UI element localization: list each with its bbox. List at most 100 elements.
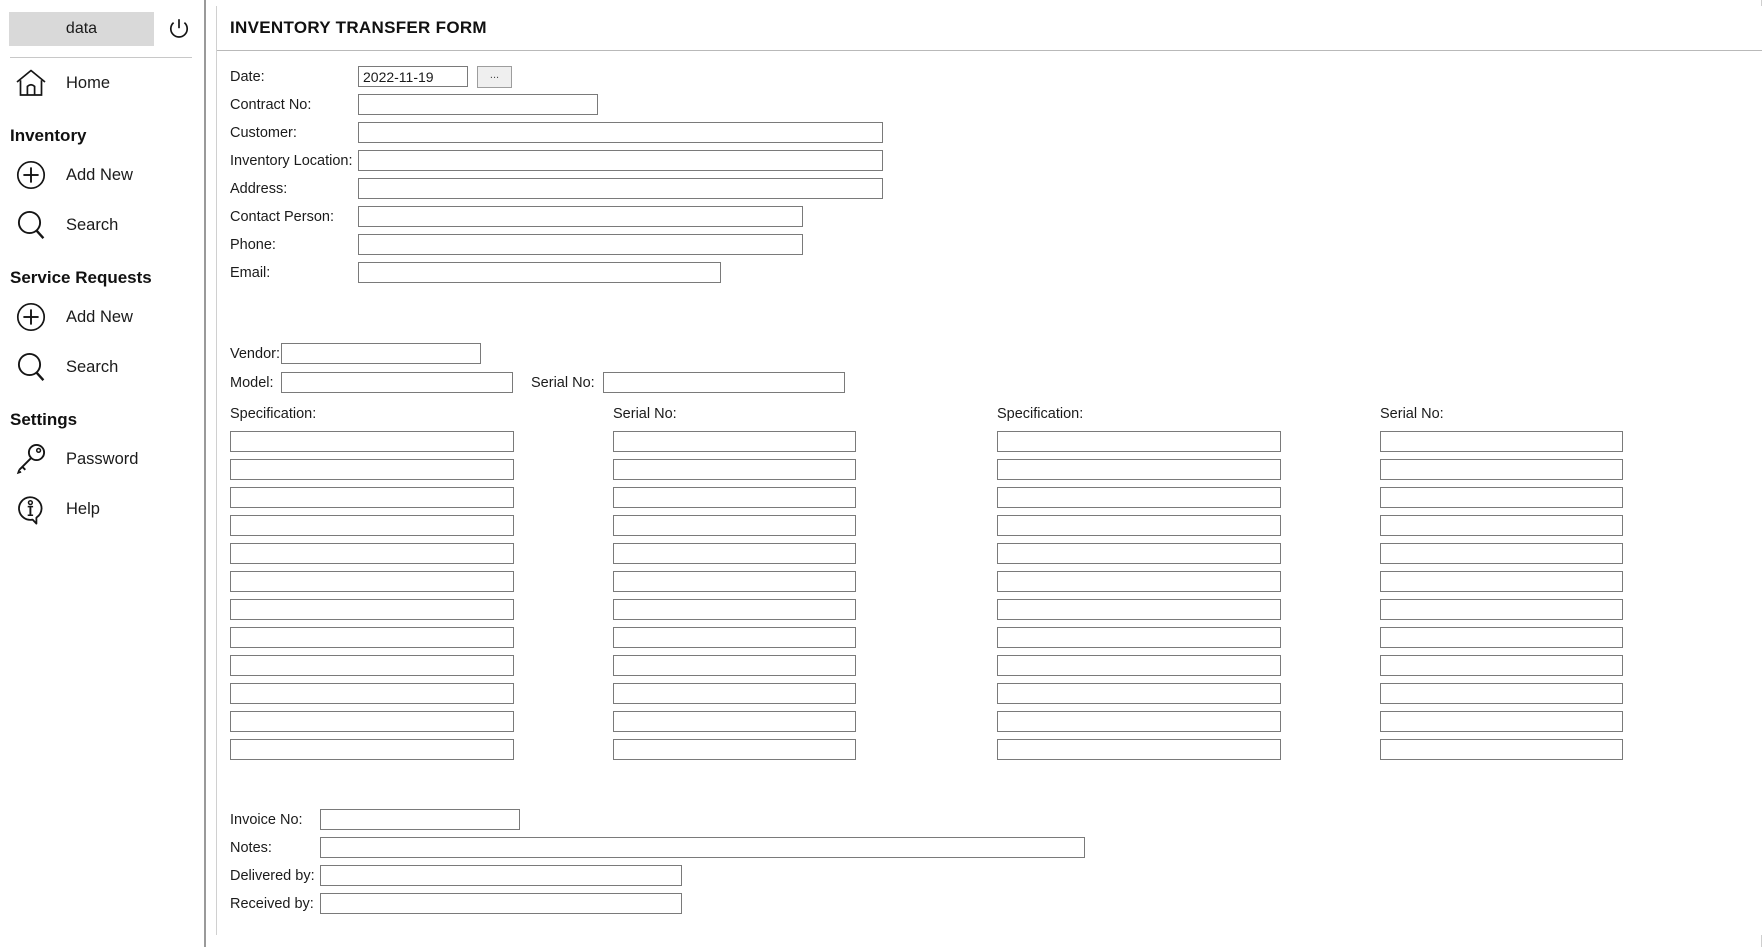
grid-cell[interactable] [613, 711, 856, 732]
grid-cell[interactable] [230, 515, 514, 536]
sidebar-item-home[interactable]: Home [0, 58, 204, 108]
grid-cell[interactable] [613, 459, 856, 480]
sidebar-item-service-search[interactable]: Search [0, 342, 204, 392]
grid-cell[interactable] [613, 515, 856, 536]
address-label: Address: [230, 180, 288, 197]
vendor-input[interactable] [281, 343, 481, 364]
key-icon [12, 440, 50, 478]
sidebar-heading-service-requests: Service Requests [10, 268, 152, 287]
grid-cell[interactable] [1380, 683, 1623, 704]
grid-cell[interactable] [613, 487, 856, 508]
grid-cell[interactable] [1380, 655, 1623, 676]
grid-cell[interactable] [613, 599, 856, 620]
field-row-model-serial: Model: Serial No: [230, 370, 845, 395]
grid-cell[interactable] [613, 683, 856, 704]
grid-cell[interactable] [997, 543, 1281, 564]
grid-cell[interactable] [230, 627, 514, 648]
sidebar-item-inventory-add-new[interactable]: Add New [0, 150, 204, 200]
home-icon [12, 64, 50, 102]
grid-cell[interactable] [1380, 459, 1623, 480]
form-panel: INVENTORY TRANSFER FORM New record Date:… [216, 6, 1762, 935]
received-by-label: Received by: [230, 895, 314, 912]
inventory-location-input[interactable] [358, 150, 883, 171]
grid-cell[interactable] [997, 711, 1281, 732]
phone-label: Phone: [230, 236, 276, 253]
grid-cell[interactable] [613, 431, 856, 452]
contact-person-label: Contact Person: [230, 208, 334, 225]
app-window: data Home Inventory Add New Search Servi… [0, 0, 1762, 947]
notes-input[interactable] [320, 837, 1085, 858]
grid-cell[interactable] [997, 627, 1281, 648]
contact-person-input[interactable] [358, 206, 803, 227]
sidebar-item-inventory-search[interactable]: Search [0, 200, 204, 250]
date-picker-button[interactable]: ... [477, 65, 512, 88]
sidebar-item-password[interactable]: Password [0, 434, 204, 484]
invoice-no-label: Invoice No: [230, 811, 303, 828]
delivered-by-input[interactable] [320, 865, 682, 886]
field-row-inventory-location: Inventory Location: [230, 148, 883, 173]
date-label: Date: [230, 68, 265, 85]
grid-cell[interactable] [230, 711, 514, 732]
date-input[interactable] [358, 66, 468, 87]
grid-column-serial-no-2: Serial No: [1380, 406, 1623, 767]
grid-cell[interactable] [613, 627, 856, 648]
grid-cell[interactable] [997, 515, 1281, 536]
grid-cell[interactable] [230, 683, 514, 704]
grid-cell[interactable] [1380, 599, 1623, 620]
grid-cell[interactable] [613, 543, 856, 564]
grid-cell[interactable] [613, 655, 856, 676]
grid-cell[interactable] [1380, 543, 1623, 564]
phone-input[interactable] [358, 234, 803, 255]
grid-cell[interactable] [230, 431, 514, 452]
grid-cell[interactable] [1380, 431, 1623, 452]
grid-cell[interactable] [1380, 739, 1623, 760]
sidebar-item-label: Password [66, 449, 139, 468]
grid-cell[interactable] [997, 459, 1281, 480]
field-row-customer: Customer: [230, 120, 883, 145]
grid-cell[interactable] [1380, 515, 1623, 536]
grid-column-header: Serial No: [613, 406, 677, 422]
grid-cell[interactable] [997, 599, 1281, 620]
grid-cell[interactable] [997, 655, 1281, 676]
items-grid: Specification: Serial No: Specification: [230, 406, 1762, 767]
email-input[interactable] [358, 262, 721, 283]
customer-input[interactable] [358, 122, 883, 143]
contract-no-input[interactable] [358, 94, 598, 115]
grid-cell[interactable] [997, 431, 1281, 452]
info-bubble-icon [12, 490, 50, 528]
grid-cell[interactable] [613, 571, 856, 592]
grid-cell[interactable] [230, 487, 514, 508]
grid-cell[interactable] [1380, 711, 1623, 732]
grid-cell[interactable] [1380, 627, 1623, 648]
sidebar-item-help[interactable]: Help [0, 484, 204, 534]
grid-cell[interactable] [997, 739, 1281, 760]
account-button[interactable]: data [9, 12, 154, 46]
invoice-no-input[interactable] [320, 809, 520, 830]
grid-cell[interactable] [230, 543, 514, 564]
received-by-input[interactable] [320, 893, 682, 914]
grid-cell[interactable] [613, 739, 856, 760]
grid-cell[interactable] [997, 683, 1281, 704]
field-row-phone: Phone: [230, 232, 883, 257]
sidebar-item-label: Search [66, 357, 119, 376]
grid-cell[interactable] [997, 487, 1281, 508]
customer-label: Customer: [230, 124, 297, 141]
power-icon[interactable] [164, 14, 194, 44]
model-input[interactable] [281, 372, 513, 393]
grid-cell[interactable] [230, 571, 514, 592]
customer-details-section: Date: ... Contract No: Customer: Invento… [230, 64, 883, 288]
grid-column-cells [997, 431, 1281, 760]
sidebar-item-service-add-new[interactable]: Add New [0, 292, 204, 342]
field-row-delivered-by: Delivered by: [230, 863, 1085, 888]
address-input[interactable] [358, 178, 883, 199]
grid-cell[interactable] [997, 571, 1281, 592]
grid-cell[interactable] [230, 459, 514, 480]
grid-cell[interactable] [230, 739, 514, 760]
grid-cell[interactable] [230, 655, 514, 676]
grid-column-specification-2: Specification: [997, 406, 1281, 767]
grid-cell[interactable] [1380, 487, 1623, 508]
grid-cell[interactable] [1380, 571, 1623, 592]
grid-column-header: Specification: [230, 406, 317, 422]
grid-cell[interactable] [230, 599, 514, 620]
serial-no-input[interactable] [602, 372, 845, 393]
